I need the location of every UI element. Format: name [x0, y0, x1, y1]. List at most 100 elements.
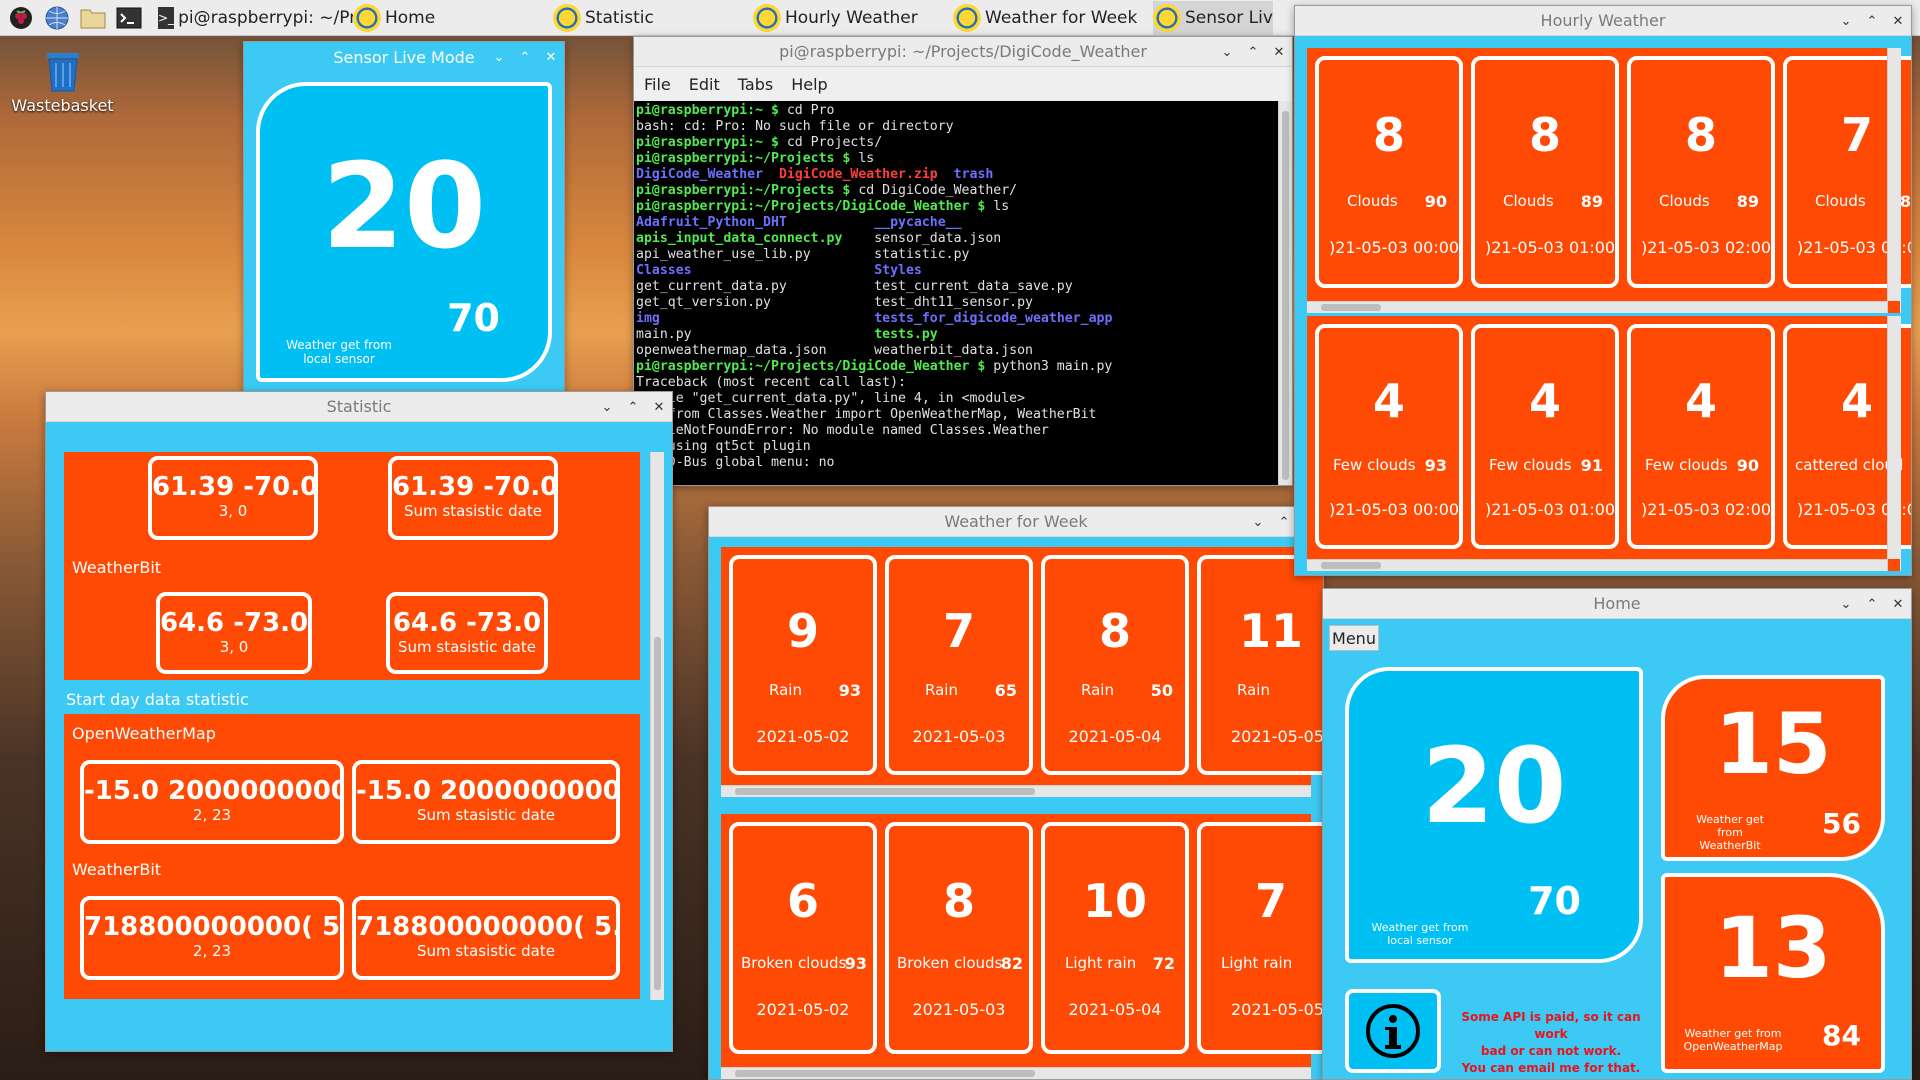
week-row2-panel: 6 Broken clouds 93 2021-05-02 8 Broken cloud…: [721, 814, 1323, 1079]
weather-desc: Clouds: [1815, 192, 1866, 210]
date-label: 2021-05-04: [1068, 727, 1162, 746]
hour-card: 4 Few clouds 91)21-05-03 01:00:(: [1471, 324, 1619, 549]
menu-help[interactable]: Help: [791, 75, 827, 94]
menu-chevron-icon[interactable]: ⌄: [492, 50, 506, 65]
temperature-value: 15: [1714, 695, 1832, 793]
start-day-panel: OpenWeatherMap -15.0 20000000000 2, 23 -1…: [64, 714, 640, 999]
menu-button[interactable]: Menu: [1329, 625, 1379, 651]
menu-chevron-icon[interactable]: ⌄: [1839, 14, 1853, 29]
task-terminal[interactable]: >_ pi@raspberrypi: ~/Pr...: [158, 1, 353, 35]
weather-desc: Rain: [769, 681, 802, 699]
humidity-value: 90: [1736, 456, 1759, 475]
menu-file[interactable]: File: [644, 75, 671, 94]
terminal-scrollbar[interactable]: [1278, 101, 1292, 485]
task-hourly-weather[interactable]: Hourly Weather: [753, 1, 953, 35]
menu-tabs[interactable]: Tabs: [738, 75, 773, 94]
maximize-icon[interactable]: ⌃: [1277, 515, 1291, 530]
humidity-value: 93: [844, 954, 867, 973]
row1-vscrollbar[interactable]: [1887, 48, 1901, 313]
info-button[interactable]: [1345, 989, 1441, 1073]
maximize-icon[interactable]: ⌃: [1246, 45, 1260, 60]
close-icon[interactable]: ✕: [652, 400, 666, 415]
wastebasket-desktop-icon[interactable]: Wastebasket: [10, 50, 115, 115]
weather-desc: Light rain: [1221, 954, 1293, 972]
row1-hscrollbar[interactable]: [1307, 301, 1887, 313]
temperature-value: 4: [1372, 374, 1405, 428]
humidity-value: 50: [1150, 681, 1173, 700]
temperature-value: 20: [321, 137, 487, 275]
temperature-value: 4: [1684, 374, 1717, 428]
weather-week-titlebar[interactable]: Weather for Week ⌄⌃✕: [709, 507, 1323, 537]
wb-start-card: 718800000000( 5.1 2, 23: [80, 896, 344, 980]
row1-hscrollbar[interactable]: [721, 785, 1311, 797]
row2-hscrollbar[interactable]: [1307, 559, 1887, 571]
terminal-output[interactable]: pi@raspberrypi:~ $ cd Pro bash: cd: Pro:…: [634, 101, 1278, 485]
date-label: )21-05-03 02:00:(: [1641, 500, 1775, 519]
close-icon[interactable]: ✕: [544, 50, 558, 65]
humidity-value: 70: [1528, 879, 1581, 923]
terminal-titlebar[interactable]: pi@raspberrypi: ~/Projects/DigiCode_Weat…: [634, 37, 1292, 67]
weather-week-window: Weather for Week ⌄⌃✕ 9Rain932021-05-02 7…: [708, 506, 1324, 1080]
maximize-icon[interactable]: ⌃: [1865, 597, 1879, 612]
task-sensor-live[interactable]: Sensor Live: [1153, 0, 1273, 35]
row2-vscrollbar[interactable]: [1887, 316, 1901, 571]
stat-sub: Sum stasistic date: [417, 806, 555, 824]
temperature-value: 8: [1372, 108, 1405, 162]
temperature-value: 9: [786, 604, 819, 658]
home-titlebar[interactable]: Home ⌄ ⌃ ✕: [1323, 589, 1911, 619]
maximize-icon[interactable]: ⌃: [626, 400, 640, 415]
terminal-launcher-icon[interactable]: [114, 3, 144, 33]
stat-sub: 3, 0: [218, 502, 248, 520]
weather-desc: Broken clouds: [741, 954, 847, 972]
close-icon[interactable]: ✕: [1891, 597, 1905, 612]
stat-sub: Sum stasistic date: [404, 502, 542, 520]
wb-sum-card: 64.6 -73.0 Sum stasistic date: [386, 592, 548, 674]
temperature-value: 13: [1714, 899, 1832, 997]
weather-desc: Clouds: [1503, 192, 1554, 210]
owm-start-sum-card: -15.0 20000000000 Sum stasistic date: [352, 760, 620, 844]
menu-chevron-icon[interactable]: ⌄: [1220, 45, 1234, 60]
home-local-sensor-card: 20 70 Weather get from local sensor: [1345, 667, 1643, 963]
raspberry-menu-icon[interactable]: [6, 3, 36, 33]
hourly-titlebar[interactable]: Hourly Weather ⌄ ⌃ ✕: [1295, 6, 1911, 36]
date-label: )21-05-03 00:00:(: [1329, 500, 1463, 519]
task-statistic[interactable]: Statistic: [553, 1, 753, 35]
terminal-window: pi@raspberrypi: ~/Projects/DigiCode_Weat…: [633, 36, 1293, 486]
date-label: 2021-05-02: [756, 1000, 850, 1019]
task-label: Hourly Weather: [785, 7, 918, 28]
weather-desc: Broken clouds: [897, 954, 1003, 972]
file-manager-icon[interactable]: [78, 3, 108, 33]
menu-chevron-icon[interactable]: ⌄: [1839, 597, 1853, 612]
date-label: 2021-05-05: [1231, 727, 1324, 746]
maximize-icon[interactable]: ⌃: [518, 50, 532, 65]
maximize-icon[interactable]: ⌃: [1865, 14, 1879, 29]
terminal-icon: >_: [158, 6, 175, 29]
humidity-value: 8: [1899, 192, 1911, 211]
date-label: 2021-05-03: [912, 727, 1006, 746]
close-icon[interactable]: ✕: [1891, 14, 1905, 29]
task-weather-for-week[interactable]: Weather for Week: [953, 1, 1153, 35]
statistic-scrollbar[interactable]: [650, 452, 664, 1000]
weather-desc: Clouds: [1347, 192, 1398, 210]
app-sun-icon: [553, 3, 581, 32]
statistic-titlebar[interactable]: Statistic ⌄ ⌃ ✕: [46, 392, 672, 422]
weatherbit-label: WeatherBit: [72, 558, 162, 577]
weather-desc: Rain: [1237, 681, 1270, 699]
task-home[interactable]: Home: [353, 1, 553, 35]
statistic-window: Statistic ⌄ ⌃ ✕ 61.39 -70.0 3, 0 61.39 -70.…: [45, 391, 673, 1052]
day-card: 10 Light rain 72 2021-05-04: [1041, 822, 1189, 1054]
humidity-value: 89: [1736, 192, 1759, 211]
hourly-row1-panel: 8 Clouds 90)21-05-03 00:00:( 8 Clouds 89)21-…: [1307, 48, 1911, 313]
row2-hscrollbar[interactable]: [721, 1067, 1311, 1079]
temperature-value: 8: [1528, 108, 1561, 162]
web-browser-icon[interactable]: [42, 3, 72, 33]
day-card: 9 Rain 93 2021-05-02: [729, 555, 877, 775]
stat-value: 61.39 -70.0: [392, 472, 558, 502]
sensor-live-titlebar[interactable]: Sensor Live Mode ⌄ ⌃ ✕: [244, 42, 564, 72]
humidity-value: 56: [1822, 807, 1861, 840]
menu-chevron-icon[interactable]: ⌄: [1251, 515, 1265, 530]
menu-edit[interactable]: Edit: [689, 75, 720, 94]
close-icon[interactable]: ✕: [1272, 45, 1286, 60]
menu-chevron-icon[interactable]: ⌄: [600, 400, 614, 415]
hour-card: 8 Clouds 89)21-05-03 01:00:(: [1471, 56, 1619, 288]
